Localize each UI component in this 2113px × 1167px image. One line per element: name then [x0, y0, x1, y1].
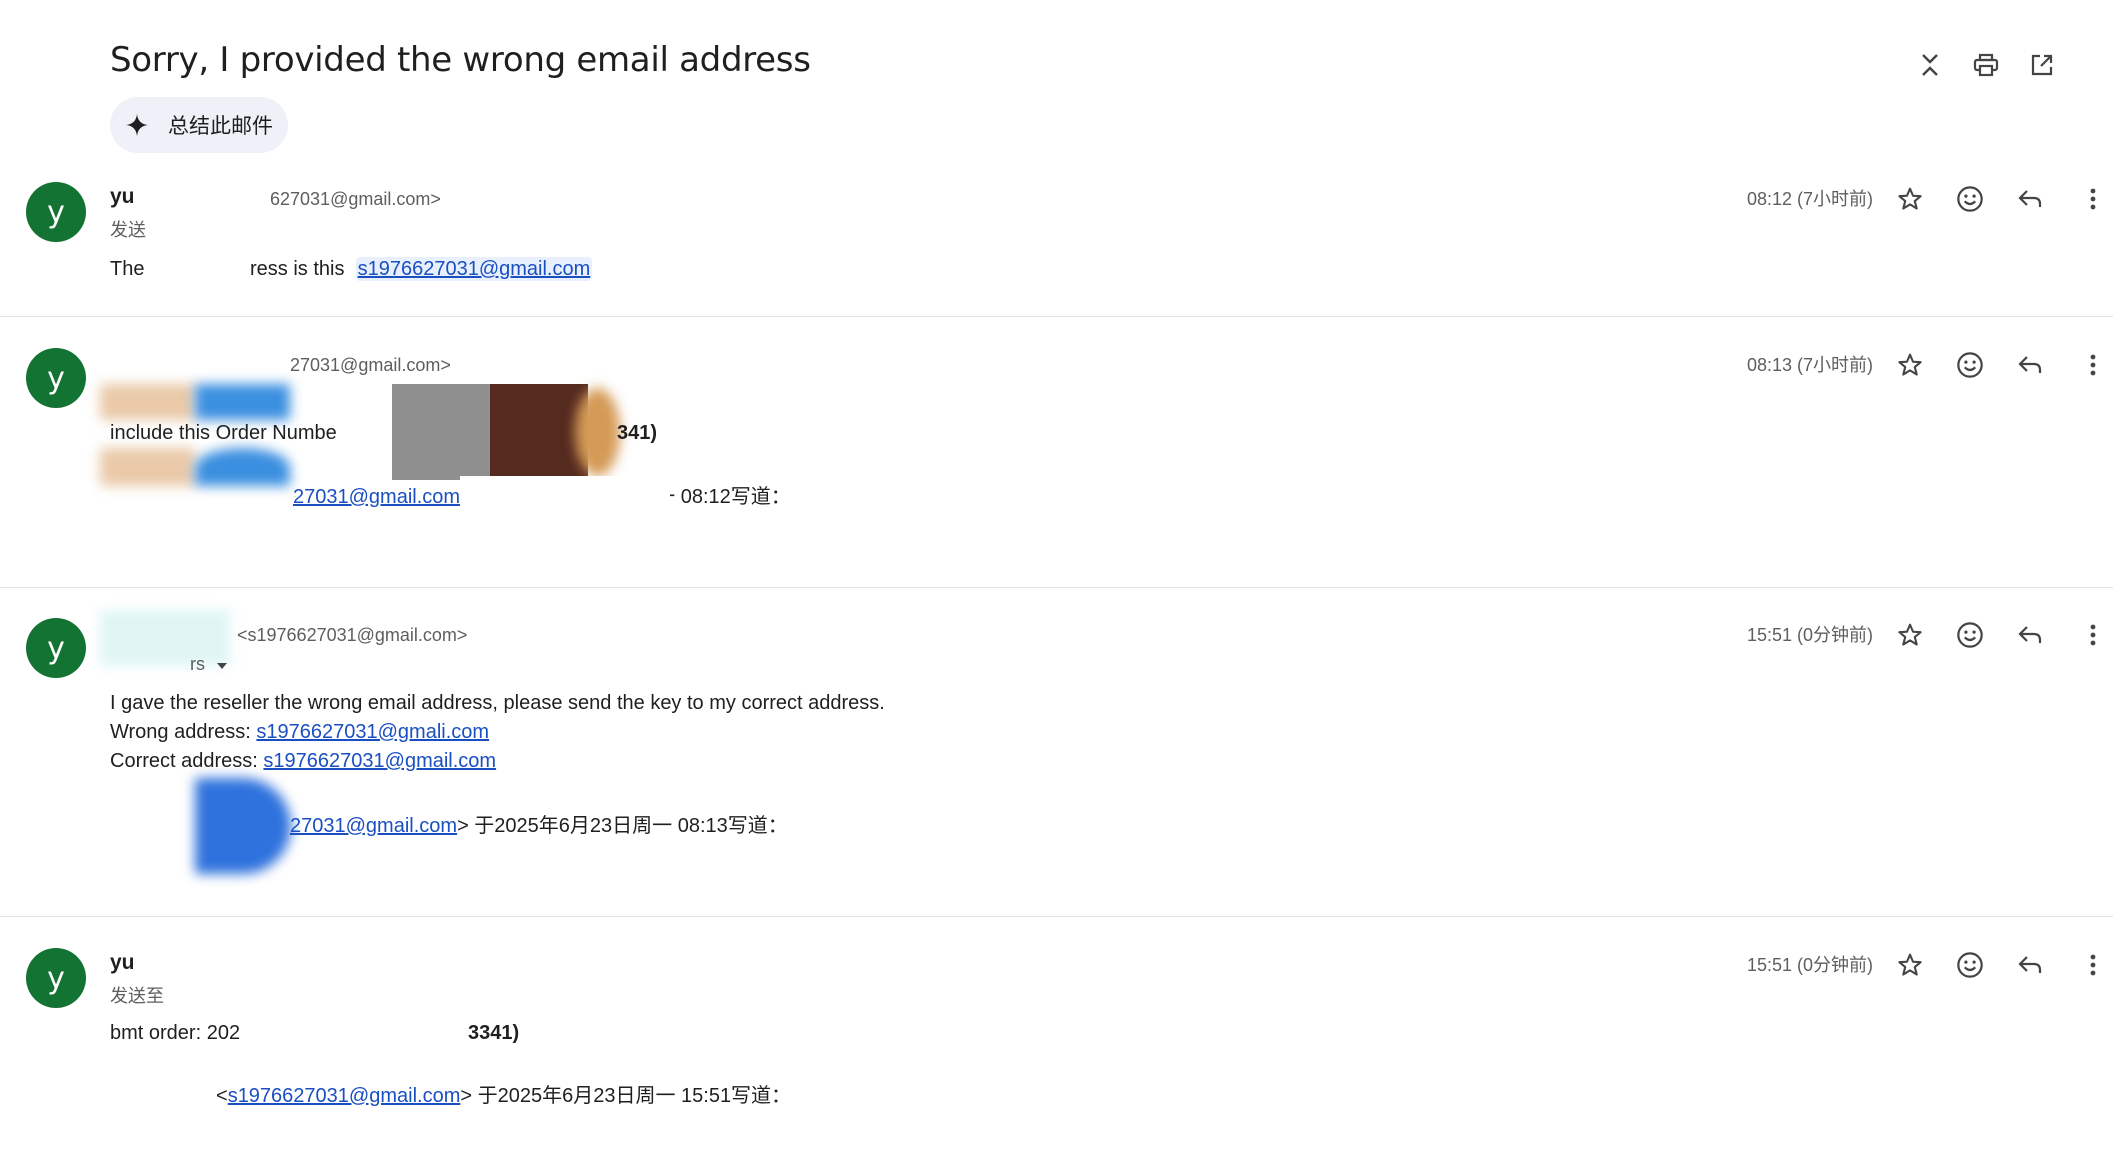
emoji-icon[interactable] — [1953, 618, 1987, 652]
message-divider — [0, 916, 2113, 917]
star-icon[interactable] — [1893, 618, 1927, 652]
avatar[interactable]: y — [26, 182, 86, 242]
redaction-blob — [100, 448, 195, 486]
email-link[interactable]: s1976627031@gmail.com — [355, 257, 593, 281]
print-icon[interactable] — [1969, 48, 2003, 82]
redaction-block — [490, 384, 588, 480]
star-icon[interactable] — [1893, 948, 1927, 982]
message-body: The — [110, 258, 145, 280]
order-number: 3341) — [468, 1022, 520, 1044]
sender-name: yu — [110, 951, 135, 974]
wrong-address-link[interactable]: s1976627031@gmali.com — [256, 721, 489, 743]
message-2[interactable]: y 27031@gmail.com> include this Order Nu… — [0, 336, 2113, 586]
message-divider — [0, 316, 2113, 317]
more-vert-icon[interactable] — [2076, 182, 2110, 216]
open-in-new-icon[interactable] — [2025, 48, 2059, 82]
correct-address-line: Correct address: s1976627031@gmail.com — [110, 750, 497, 772]
redaction-block — [392, 384, 490, 480]
message-3[interactable]: y <s1976627031@gmail.com> rs I gave the … — [0, 606, 2113, 906]
wrong-address-line: Wrong address: s1976627031@gmali.com — [110, 721, 490, 743]
more-vert-icon[interactable] — [2076, 948, 2110, 982]
quote-email-link[interactable]: s1976627031@gmail.com — [228, 1085, 461, 1107]
quote-email-link[interactable]: 27031@gmail.com — [290, 815, 457, 837]
message-time[interactable]: 08:12 (7小时前) — [1747, 185, 1873, 211]
message-body: include this Order Numbe — [110, 422, 337, 444]
sender-line: yu — [110, 951, 135, 975]
email-subject: Sorry, I provided the wrong email addres… — [110, 40, 811, 80]
more-vert-icon[interactable] — [2076, 348, 2110, 382]
reply-icon[interactable] — [2013, 618, 2047, 652]
message-actions — [1893, 182, 2113, 216]
emoji-icon[interactable] — [1953, 948, 1987, 982]
redaction-blob — [575, 388, 620, 476]
redaction — [460, 476, 670, 508]
emoji-icon[interactable] — [1953, 348, 1987, 382]
quote-email-link[interactable]: 27031@gmail.com — [293, 486, 460, 508]
redaction-blob — [195, 448, 290, 486]
message-1[interactable]: y yu 627031@gmail.com> 发送 The ress is th… — [0, 170, 2113, 315]
message-actions — [1893, 618, 2113, 652]
redaction-blob — [100, 384, 195, 420]
redaction-blob — [195, 384, 290, 420]
sender-email: 627031@gmail.com> — [270, 189, 441, 209]
message-body-cont: ress is this s1976627031@gmail.com — [250, 257, 593, 281]
message-body: bmt order: 202 — [110, 1022, 241, 1044]
summarize-button[interactable]: 总结此邮件 — [110, 97, 288, 153]
summarize-label: 总结此邮件 — [168, 115, 273, 138]
redaction-blob — [195, 778, 291, 874]
quote-header: 27031@gmail.com> 于2025年6月23日周一 08:13写道： — [290, 815, 788, 837]
message-time[interactable]: 15:51 (0分钟前) — [1747, 621, 1873, 647]
message-time[interactable]: 15:51 (0分钟前) — [1747, 951, 1873, 977]
sender-name: yu — [110, 185, 135, 208]
reply-icon[interactable] — [2013, 948, 2047, 982]
reply-icon[interactable] — [2013, 348, 2047, 382]
sparkle-icon — [126, 110, 156, 140]
recipient-line[interactable]: 发送 — [110, 216, 146, 242]
order-number: 341) — [617, 422, 658, 444]
emoji-icon[interactable] — [1953, 182, 1987, 216]
quote-header: <s1976627031@gmail.com> 于2025年6月23日周一 15… — [216, 1085, 792, 1107]
message-body-line1: I gave the reseller the wrong email addr… — [110, 692, 885, 714]
recipient-line[interactable]: rs — [190, 654, 228, 675]
sender-line: yu — [110, 185, 135, 209]
message-divider — [0, 587, 2113, 588]
message-actions — [1893, 348, 2113, 382]
recipient-line[interactable]: 发送至 — [110, 982, 164, 1008]
thread-toolbar — [1913, 48, 2113, 82]
message-4[interactable]: y yu 发送至 bmt order: 202 3341) <s19766270… — [0, 936, 2113, 1156]
sender-email: 27031@gmail.com> — [290, 355, 451, 375]
message-actions — [1893, 948, 2113, 982]
message-time[interactable]: 08:13 (7小时前) — [1747, 351, 1873, 377]
sender-email: <s1976627031@gmail.com> — [237, 625, 468, 645]
reply-icon[interactable] — [2013, 182, 2047, 216]
avatar[interactable]: y — [26, 348, 86, 408]
correct-address-link[interactable]: s1976627031@gmail.com — [263, 750, 496, 772]
star-icon[interactable] — [1893, 182, 1927, 216]
star-icon[interactable] — [1893, 348, 1927, 382]
collapse-icon[interactable] — [1913, 48, 1947, 82]
avatar[interactable]: y — [26, 618, 86, 678]
more-vert-icon[interactable] — [2076, 618, 2110, 652]
avatar[interactable]: y — [26, 948, 86, 1008]
